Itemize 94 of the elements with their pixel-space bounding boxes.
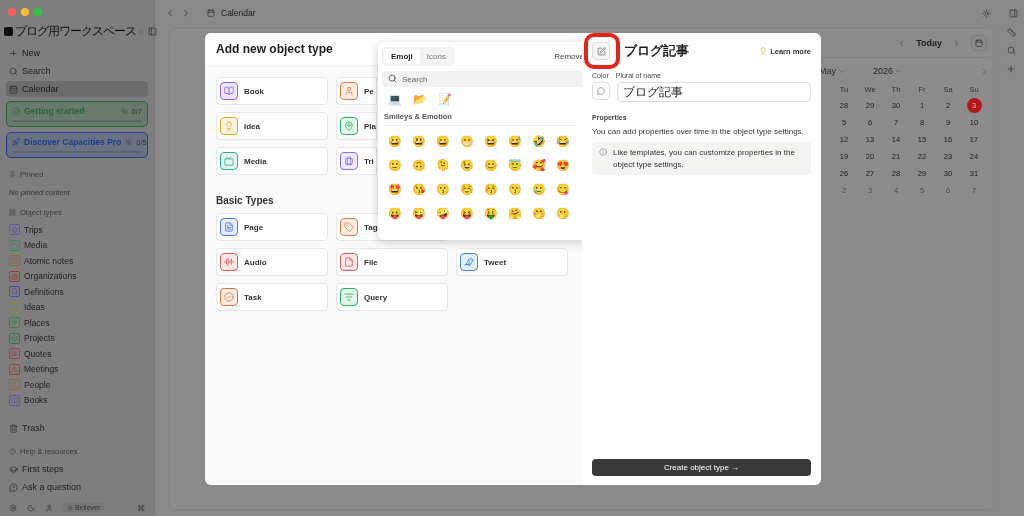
type-card[interactable]: Idea — [216, 112, 328, 140]
updown-icon — [138, 28, 144, 35]
object-type-item[interactable]: People — [6, 377, 148, 393]
icon-button[interactable] — [592, 42, 610, 60]
object-type-item[interactable]: Projects — [6, 330, 148, 346]
nav-item[interactable]: Search — [6, 63, 148, 79]
object-type-item[interactable]: Quotes — [6, 346, 148, 362]
rocket-icon — [12, 138, 20, 146]
question-bubble-icon — [9, 482, 18, 492]
next-month-icon — [980, 66, 989, 76]
sun-icon — [982, 8, 991, 18]
chevron-down-icon — [838, 67, 845, 75]
object-type-item[interactable]: Atomic notes — [6, 253, 148, 269]
person-icon — [45, 503, 53, 512]
description-text: You can add properties over time in the object type settings. — [592, 127, 805, 136]
trash-icon — [9, 423, 18, 433]
speech-bubble-icon — [597, 87, 605, 95]
zoom-button[interactable] — [34, 8, 42, 16]
nav-item[interactable]: Calendar — [6, 81, 148, 97]
minimize-button[interactable] — [21, 8, 29, 16]
workspace-name[interactable]: ブログ用ワークスペース — [15, 23, 136, 40]
object-type-item[interactable]: Definitions — [6, 284, 148, 300]
next-icon — [952, 38, 961, 48]
type-card[interactable]: Tri — [336, 147, 377, 175]
picker-tab[interactable]: Icons — [419, 49, 453, 64]
tip-box: Like templates, you can customize properties in the object type settings. — [592, 142, 811, 176]
search-icon — [9, 66, 18, 76]
moon-icon — [27, 503, 35, 512]
type-name: ブログ記事 — [624, 42, 690, 60]
section-heading: Basic Types — [216, 195, 274, 206]
type-card[interactable]: Audio — [216, 248, 328, 276]
color-button[interactable] — [592, 82, 610, 100]
help-item[interactable]: First steps — [6, 461, 148, 477]
calendar-button[interactable] — [971, 35, 987, 51]
picker-tab[interactable]: Emoji — [384, 49, 420, 64]
settings-icon — [9, 503, 17, 512]
search-icon — [388, 74, 397, 83]
year-picker[interactable]: 2026 — [873, 66, 903, 76]
emoji[interactable]: 🥰 — [532, 153, 556, 177]
graduation-cap-icon — [9, 464, 18, 474]
highlight-ring — [584, 33, 620, 69]
plus-icon — [9, 48, 18, 58]
dialog-title: Add new object type — [216, 42, 333, 56]
object-type-item[interactable]: Media — [6, 237, 148, 253]
type-card[interactable]: Tweet — [456, 248, 568, 276]
help-icon — [9, 448, 16, 455]
sidebar-toggle-icon — [148, 27, 157, 36]
calendar-icon — [9, 84, 18, 94]
type-card[interactable]: File — [336, 248, 448, 276]
back-icon — [165, 8, 175, 18]
object-type-item[interactable]: Organizations — [6, 268, 148, 284]
emoji[interactable]: 😍 — [556, 153, 580, 177]
pin-icon — [9, 171, 16, 178]
info-icon — [599, 148, 607, 156]
workspace-icon — [4, 27, 13, 36]
type-card[interactable]: Pe — [336, 77, 377, 105]
check-circle-icon — [12, 107, 20, 115]
create-button[interactable]: Create object type → — [592, 459, 811, 476]
ruler-icon — [1006, 28, 1016, 37]
lightbulb-icon — [759, 47, 768, 55]
object-type-item[interactable]: Trips — [6, 222, 148, 238]
type-card[interactable]: Book — [216, 77, 328, 105]
emoji[interactable]: 💻 — [388, 93, 402, 106]
type-card[interactable]: Page — [216, 213, 328, 241]
object-type-item[interactable]: Places — [6, 315, 148, 331]
edit-icon — [596, 46, 606, 56]
object-type-item[interactable]: Books — [6, 392, 148, 408]
type-card[interactable]: Pla — [336, 112, 377, 140]
calendar-icon — [207, 9, 215, 17]
calendar-icon — [975, 39, 983, 47]
emoji[interactable]: 🤩 — [388, 177, 412, 201]
help-item[interactable]: Ask a question — [6, 479, 148, 495]
plural-field[interactable]: ブログ記事 — [617, 82, 811, 102]
search-icon — [1006, 46, 1016, 55]
type-card[interactable]: Media — [216, 147, 328, 175]
eye-off-icon — [125, 138, 133, 146]
chevron-down-icon — [895, 67, 903, 75]
page-title: Calendar — [221, 8, 256, 18]
forward-icon — [181, 8, 191, 18]
close-button[interactable] — [8, 8, 16, 16]
today-button[interactable]: Today — [916, 38, 942, 48]
type-card[interactable]: Task — [216, 283, 328, 311]
nav-item[interactable]: New — [6, 45, 148, 61]
command-icon — [137, 503, 145, 512]
object-type-item[interactable]: Meetings — [6, 361, 148, 377]
grid-icon — [9, 209, 16, 216]
trash-item[interactable]: Trash — [6, 420, 148, 436]
plus-icon — [1006, 64, 1016, 74]
eye-off-icon — [120, 107, 128, 115]
panel-icon — [1009, 8, 1018, 18]
object-type-item[interactable]: Ideas — [6, 299, 148, 315]
emoji[interactable]: 📂 — [413, 93, 427, 106]
type-card[interactable]: Query — [336, 283, 448, 311]
search-field[interactable]: Search — [382, 71, 584, 87]
